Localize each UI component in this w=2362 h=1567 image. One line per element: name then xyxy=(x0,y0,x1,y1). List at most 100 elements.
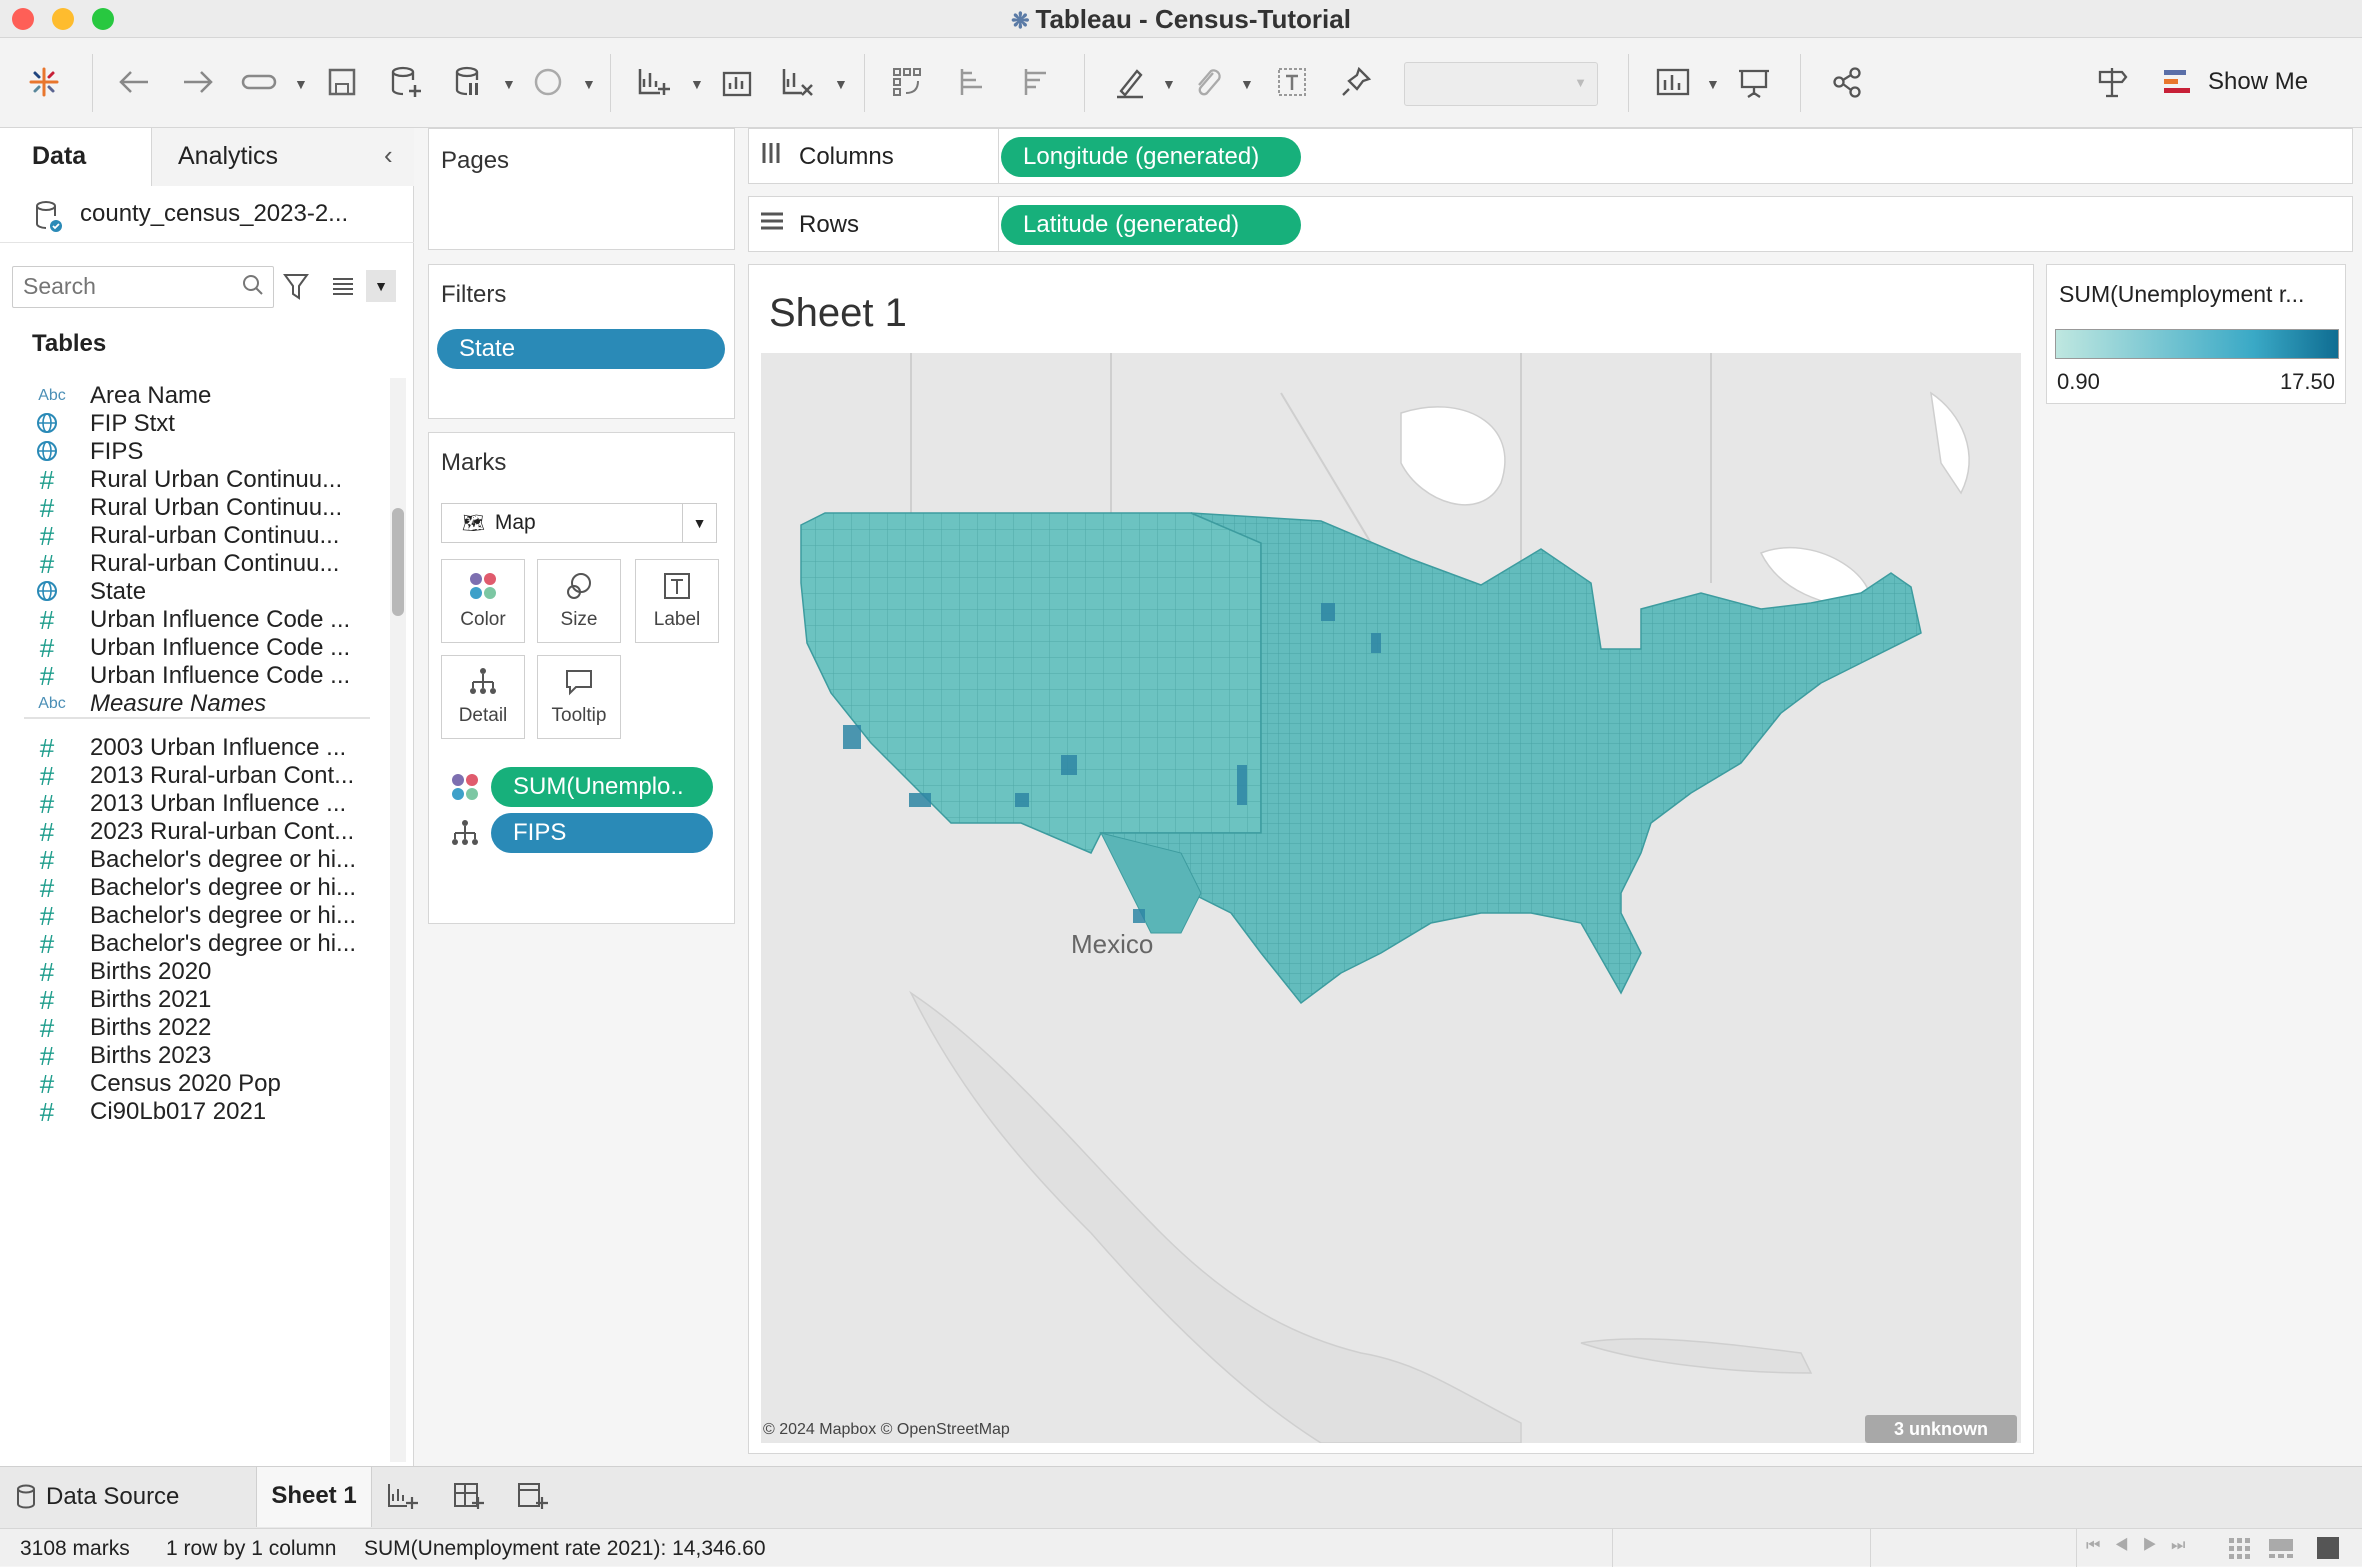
back-arrow-icon[interactable] xyxy=(112,60,156,104)
collapse-pane-icon[interactable]: ‹ xyxy=(384,140,393,171)
measures-divider xyxy=(24,717,370,719)
search-input[interactable] xyxy=(13,267,213,305)
mark-type-label: Map xyxy=(494,511,536,534)
color-icon xyxy=(470,573,496,599)
sheet-title[interactable]: Sheet 1 xyxy=(769,291,907,336)
redo-icon[interactable] xyxy=(238,60,282,104)
toolbar-separator xyxy=(610,54,611,112)
color-button[interactable]: Color xyxy=(441,559,525,643)
size-button[interactable]: Size xyxy=(537,559,621,643)
data-pane-tabs: Data Analytics ‹ xyxy=(0,128,414,186)
marks-card: Marks 🗺 Map ▼ Color Size Label Detail To… xyxy=(428,432,735,924)
rows-icon xyxy=(759,211,785,238)
datasource-name[interactable]: county_census_2023-2... xyxy=(80,200,348,228)
columns-shelf-header: Columns xyxy=(749,129,999,183)
presentation-mode-icon[interactable] xyxy=(1732,60,1776,104)
duplicate-sheet-icon[interactable] xyxy=(716,60,760,104)
fix-axes-icon[interactable] xyxy=(1652,60,1696,104)
marks-pill-fips[interactable]: FIPS xyxy=(491,813,713,853)
marks-pill-label: SUM(Unemplo.. xyxy=(513,773,684,800)
sort-descending-icon[interactable] xyxy=(1016,60,1060,104)
tab-data-source[interactable]: Data Source xyxy=(0,1467,256,1527)
label-button[interactable]: Label xyxy=(635,559,719,643)
refresh-icon[interactable] xyxy=(526,60,570,104)
tab-data[interactable]: Data xyxy=(0,128,152,186)
chevron-down-icon[interactable]: ▼ xyxy=(834,76,848,92)
chevron-down-icon[interactable]: ▼ xyxy=(1706,76,1720,92)
measure-item[interactable]: # Ci90Lb017 2021 xyxy=(0,1091,380,1133)
group-members-icon[interactable] xyxy=(1186,60,1230,104)
unknown-locations-badge[interactable]: 3 unknown xyxy=(1865,1415,2017,1443)
tableau-logo-icon[interactable] xyxy=(22,60,66,104)
rows-shelf: Rows Latitude (generated) xyxy=(748,196,2353,252)
map-canvas[interactable]: Mexico xyxy=(761,353,2021,1443)
pane-menu-chevron-icon[interactable]: ▼ xyxy=(366,270,396,302)
pages-card[interactable]: Pages xyxy=(428,128,735,250)
detail-encoding-icon xyxy=(451,819,479,852)
mark-type-dropdown[interactable]: 🗺 Map ▼ xyxy=(441,503,717,543)
chevron-down-icon[interactable]: ▼ xyxy=(502,76,516,92)
tooltip-toggle-icon[interactable] xyxy=(2090,60,2134,104)
filters-card[interactable]: Filters State xyxy=(428,264,735,419)
new-datasource-icon[interactable] xyxy=(384,60,428,104)
tab-data-label: Data xyxy=(32,142,87,170)
chevron-down-icon[interactable]: ▼ xyxy=(294,76,308,92)
chevron-down-icon: ▼ xyxy=(1574,75,1587,90)
filter-pill-state[interactable]: State xyxy=(437,329,725,369)
save-icon[interactable] xyxy=(320,60,364,104)
marks-pill-unemployment[interactable]: SUM(Unemplo.. xyxy=(491,767,713,807)
tab-analytics[interactable]: Analytics ‹ xyxy=(152,128,414,186)
worksheet-view: Sheet 1 Mexico © 2024 Mapbox © OpenStree… xyxy=(748,264,2034,1454)
new-dashboard-icon[interactable] xyxy=(452,1481,486,1518)
color-legend[interactable]: SUM(Unemployment r... 0.90 17.50 xyxy=(2046,264,2346,404)
rows-pill-latitude[interactable]: Latitude (generated) xyxy=(1001,205,1301,245)
measure-label: Ci90Lb017 2021 xyxy=(90,1098,267,1125)
tabs-view-icon[interactable] xyxy=(2316,1536,2340,1566)
chevron-down-icon: ▼ xyxy=(682,504,716,542)
sort-ascending-icon[interactable] xyxy=(952,60,996,104)
chevron-down-icon[interactable]: ▼ xyxy=(1162,76,1176,92)
fit-dropdown[interactable]: ▼ xyxy=(1404,62,1598,106)
swap-rows-columns-icon[interactable] xyxy=(886,60,930,104)
filmstrip-view-icon[interactable] xyxy=(2268,1537,2294,1565)
datasource-icon xyxy=(34,200,64,239)
toolbar-separator xyxy=(1628,54,1629,112)
tab-sheet-1[interactable]: Sheet 1 xyxy=(256,1467,372,1527)
sheet-nav-arrows[interactable]: ⏮◀▶⏭ xyxy=(2086,1537,2199,1555)
detail-button[interactable]: Detail xyxy=(441,655,525,739)
show-me-button[interactable]: Show Me xyxy=(2164,60,2308,104)
chevron-down-icon[interactable]: ▼ xyxy=(690,76,704,92)
tooltip-button[interactable]: Tooltip xyxy=(537,655,621,739)
share-icon[interactable] xyxy=(1826,60,1870,104)
chevron-down-icon[interactable]: ▼ xyxy=(1240,76,1254,92)
pause-data-icon[interactable] xyxy=(446,60,490,104)
filter-fields-icon[interactable] xyxy=(282,272,310,307)
columns-pill-longitude[interactable]: Longitude (generated) xyxy=(1001,137,1301,177)
show-labels-icon[interactable] xyxy=(1270,60,1314,104)
chevron-down-icon[interactable]: ▼ xyxy=(582,76,596,92)
search-field[interactable] xyxy=(12,266,274,308)
tooltip-icon xyxy=(566,670,592,696)
new-worksheet-icon[interactable] xyxy=(386,1481,420,1518)
clear-sheet-icon[interactable] xyxy=(776,60,820,104)
pin-icon[interactable] xyxy=(1334,60,1378,104)
divider xyxy=(2076,1529,2077,1567)
columns-icon xyxy=(761,141,781,170)
scrollbar-thumb[interactable] xyxy=(392,508,404,616)
highlight-icon[interactable] xyxy=(1108,60,1152,104)
string-type-icon: Abc xyxy=(38,695,66,712)
status-marks-count: 3108 marks xyxy=(20,1537,130,1560)
toolbar-separator xyxy=(1084,54,1085,112)
field-list-scrollbar[interactable] xyxy=(390,378,406,1462)
legend-max: 17.50 xyxy=(2279,369,2335,394)
grid-view-icon[interactable] xyxy=(2228,1537,2250,1565)
show-me-icon xyxy=(2164,70,2190,93)
new-story-icon[interactable] xyxy=(516,1481,550,1518)
datasource-icon xyxy=(17,1484,35,1509)
view-list-icon[interactable] xyxy=(330,274,356,305)
sheet-tab-bar: Data Source Sheet 1 xyxy=(0,1466,2362,1528)
forward-arrow-icon[interactable] xyxy=(176,60,220,104)
tab-analytics-label: Analytics xyxy=(178,142,279,170)
new-worksheet-icon[interactable] xyxy=(632,60,676,104)
divider xyxy=(1870,1529,1871,1567)
